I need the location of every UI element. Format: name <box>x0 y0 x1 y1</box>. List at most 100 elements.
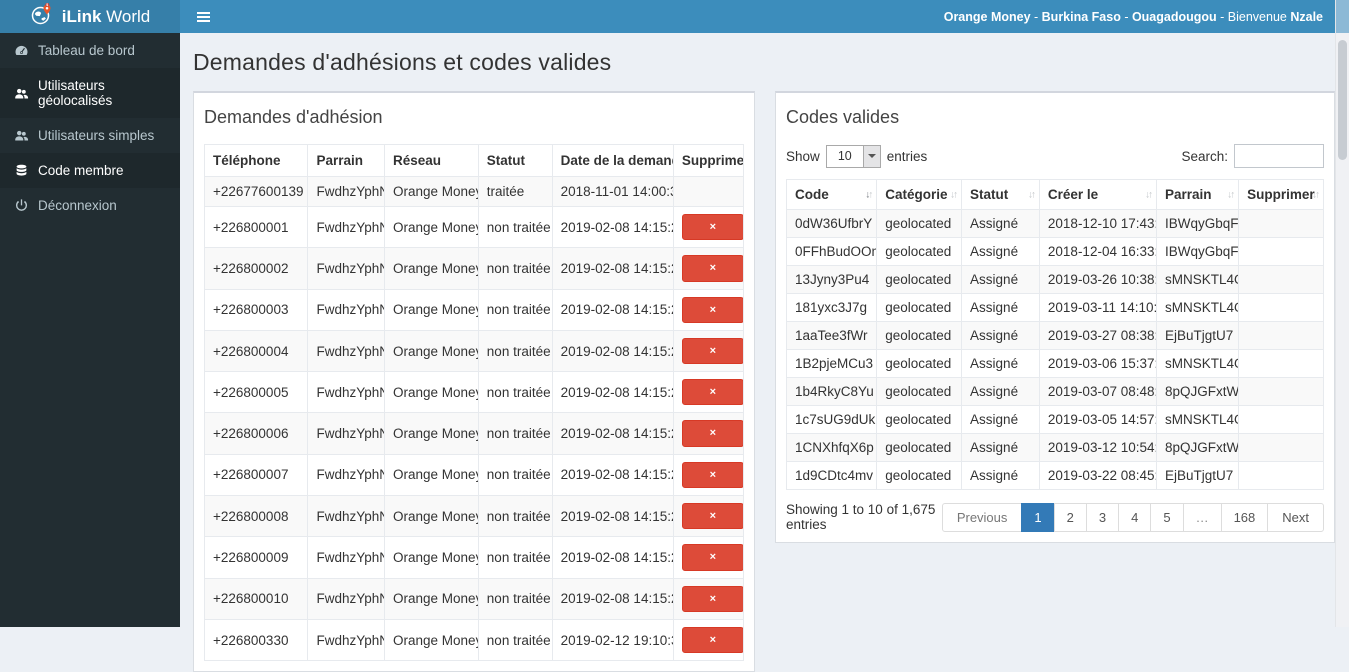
cell-telephone: +226800003 <box>203 288 309 331</box>
cell-supprimer <box>1238 349 1324 378</box>
sidebar-item-code-membre[interactable]: Code membre <box>0 153 180 188</box>
sort-arrows-icon: ↓↑ <box>1227 189 1235 200</box>
codes-column-code[interactable]: Code ↓↑ <box>785 179 878 210</box>
brand-logo[interactable]: $ iLink World <box>0 0 180 33</box>
cell-creer-le: 2019-03-22 08:45:22 <box>1038 461 1157 490</box>
cell-statut: Assigné <box>961 405 1040 434</box>
cell-supprimer <box>1238 293 1324 322</box>
delete-button[interactable]: × <box>681 544 743 571</box>
cell-supprimer: × <box>672 288 745 331</box>
scrollbar-thumb[interactable] <box>1338 40 1347 160</box>
cell-categorie: geolocated <box>876 321 963 350</box>
cell-parrain: IBWqyGbqFd <box>1155 209 1240 238</box>
cell-categorie: geolocated <box>876 461 963 490</box>
delete-button[interactable]: × <box>681 626 743 654</box>
cell-statut: non traitée <box>477 247 553 290</box>
search-input[interactable] <box>1234 144 1324 168</box>
cell-telephone: +226800001 <box>203 205 309 249</box>
cell-statut: non traitée <box>477 536 553 579</box>
adhesions-panel: Demandes d'adhésion Téléphone Parrain Rése… <box>193 91 755 672</box>
cell-reseau: Orange Money <box>384 329 479 373</box>
sidebar-item-tableau-de-bord[interactable]: Tableau de bord <box>0 33 180 68</box>
pagination-page-2[interactable]: 2 <box>1053 502 1087 532</box>
codes-panel-title: Codes valides <box>786 107 900 127</box>
adhesions-column-statut: Statut <box>477 144 553 177</box>
cell-supprimer <box>1238 237 1324 266</box>
page-size-select[interactable]: 10 <box>825 144 881 168</box>
cell-reseau: Orange Money <box>384 536 479 579</box>
cell-code: 1d9CDtc4mv <box>785 461 878 490</box>
sidebar-item-utilisateurs-simples[interactable]: Utilisateurs simples <box>0 118 180 153</box>
cell-creer-le: 2019-03-05 14:57:46 <box>1038 405 1157 434</box>
sidebar-item-label: Déconnexion <box>38 198 117 213</box>
cell-parrain: FwdhzYphN9 <box>307 176 386 207</box>
cell-date: 2019-02-08 14:15:26 <box>551 247 674 290</box>
delete-button[interactable]: × <box>681 337 743 365</box>
cell-statut: non traitée <box>477 371 553 414</box>
cell-code: 0dW36UfbrY <box>785 209 878 238</box>
cell-code: 1B2pjeMCu3 <box>785 349 878 378</box>
pagination-page-3[interactable]: 3 <box>1085 502 1120 532</box>
cell-reseau: Orange Money <box>384 176 479 207</box>
adhesions-table: Téléphone Parrain Réseau Statut Date de la d… <box>203 144 745 662</box>
sort-arrows-icon: ↓↑ <box>1312 189 1320 200</box>
pagination-page-168[interactable]: 168 <box>1220 502 1269 532</box>
codes-column-creer-le[interactable]: Créer le ↓↑ <box>1038 179 1157 210</box>
sidebar-item-label: Utilisateurs géolocalisés <box>38 78 113 108</box>
cell-telephone: +226800004 <box>203 329 309 373</box>
page-size-control: Show 10 entries <box>786 144 928 168</box>
delete-button[interactable]: × <box>681 461 743 489</box>
cell-date: 2019-02-08 14:15:26 <box>551 577 674 620</box>
codes-column-supprimer[interactable]: Supprimer ↓↑ <box>1238 179 1324 210</box>
adhesion-row: +226800330FwdhzYphN9Orange Moneynon trai… <box>203 618 745 662</box>
page-scrollbar[interactable] <box>1335 0 1349 627</box>
pagination-ellipsis[interactable]: … <box>1182 502 1222 532</box>
delete-button[interactable]: × <box>681 214 743 241</box>
cell-categorie: geolocated <box>876 349 963 378</box>
delete-button[interactable]: × <box>681 379 743 406</box>
delete-button[interactable]: × <box>681 296 743 323</box>
code-row: 1d9CDtc4mv geolocated Assigné 2019-03-22 08… <box>785 461 1324 490</box>
cell-statut: Assigné <box>961 209 1040 238</box>
sort-arrows-icon: ↓↑ <box>950 189 958 200</box>
cell-date: 2019-02-08 14:15:26 <box>551 412 674 455</box>
code-row: 1aaTee3fWr geolocated Assigné 2019-03-27 08… <box>785 321 1324 350</box>
codes-column-categorie[interactable]: Catégorie ↓↑ <box>876 179 963 210</box>
adhesion-row: +226800008FwdhzYphN9Orange Moneynon trai… <box>203 495 745 538</box>
delete-button[interactable]: × <box>681 255 743 282</box>
cell-parrain: FwdhzYphN9 <box>307 371 386 414</box>
delete-button[interactable]: × <box>681 420 743 447</box>
pagination-page-1[interactable]: 1 <box>1021 502 1055 532</box>
codes-column-statut[interactable]: Statut ↓↑ <box>961 179 1040 210</box>
sidebar-item-deconnexion[interactable]: Déconnexion <box>0 188 180 223</box>
cell-statut: non traitée <box>477 329 553 373</box>
codes-column-parrain[interactable]: Parrain ↓↑ <box>1155 179 1240 210</box>
cell-statut: non traitée <box>477 205 553 249</box>
cell-code: 0FFhBudOOm <box>785 237 878 266</box>
cell-creer-le: 2019-03-27 08:38:47 <box>1038 321 1157 350</box>
cell-supprimer: × <box>672 577 745 620</box>
sidebar-item-label: Tableau de bord <box>38 43 135 58</box>
top-navbar: $ iLink World Orange Money - Burkina Fas… <box>0 0 1349 33</box>
cell-supprimer <box>1238 209 1324 238</box>
cell-creer-le: 2019-03-12 10:54:00 <box>1038 433 1157 462</box>
cell-parrain: 8pQJGFxtWV <box>1155 433 1240 462</box>
delete-button[interactable]: × <box>681 585 743 612</box>
sidebar-item-utilisateurs-geolocalises[interactable]: Utilisateurs géolocalisés <box>0 68 180 118</box>
cell-parrain: FwdhzYphN9 <box>307 453 386 497</box>
entries-info: Showing 1 to 10 of 1,675 entries <box>786 502 936 532</box>
pagination-page-4[interactable]: 4 <box>1118 502 1152 532</box>
cell-statut: non traitée <box>477 412 553 455</box>
cell-reseau: Orange Money <box>384 618 479 662</box>
cell-categorie: geolocated <box>876 237 963 266</box>
sidebar-toggle-button[interactable] <box>180 0 227 33</box>
cell-supprimer <box>1238 433 1324 462</box>
delete-button[interactable]: × <box>681 503 743 530</box>
cell-creer-le: 2018-12-04 16:33:24 <box>1038 237 1157 266</box>
cell-categorie: geolocated <box>876 405 963 434</box>
pagination-previous-button[interactable]: Previous <box>941 502 1023 532</box>
entries-label: entries <box>886 148 928 164</box>
pagination-page-5[interactable]: 5 <box>1150 502 1184 532</box>
cell-supprimer: × <box>672 205 745 249</box>
pagination-next-button[interactable]: Next <box>1267 502 1324 532</box>
